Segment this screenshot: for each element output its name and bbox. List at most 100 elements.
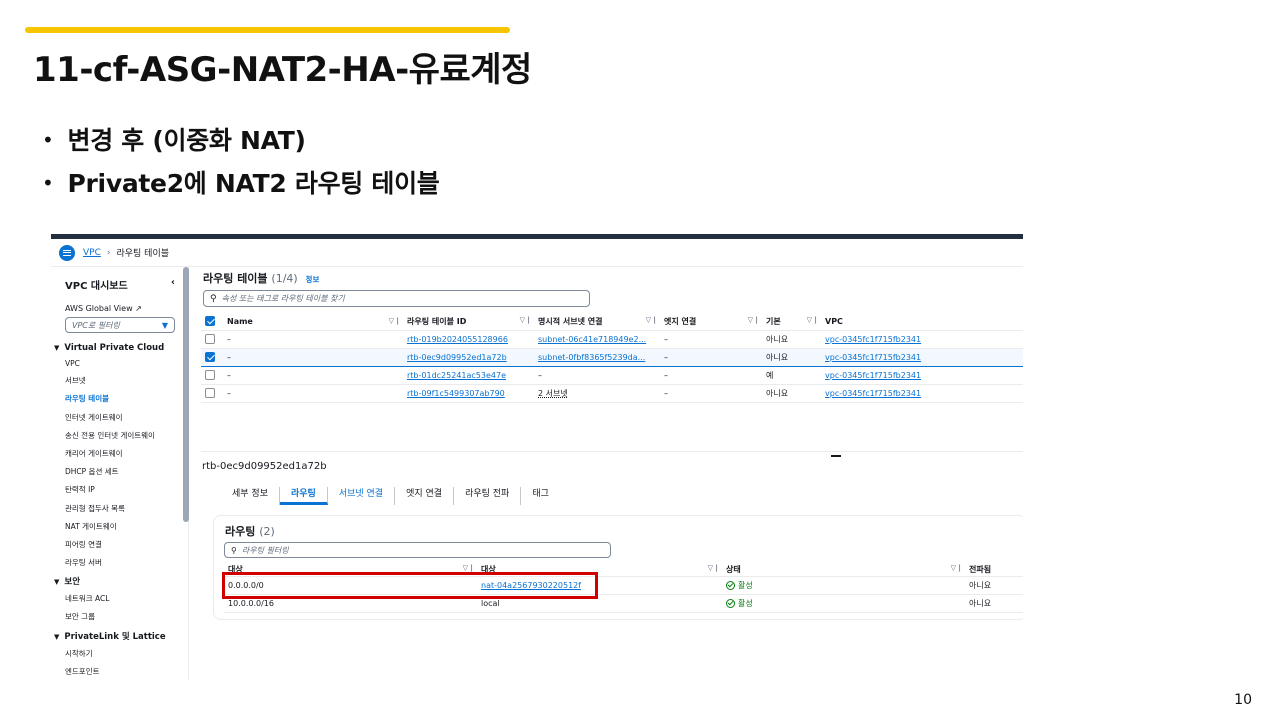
row-checkbox[interactable]: [205, 352, 215, 362]
sort-icon: ▽ |: [388, 316, 399, 325]
vpc-link[interactable]: vpc-0345fc1f715fb2341: [825, 335, 921, 344]
routes-filter-input[interactable]: ⚲ 라우팅 필터링: [224, 542, 611, 558]
tab-subnet-associations[interactable]: 서브넷 연결: [328, 487, 396, 505]
sidebar-item-egress-only-igw[interactable]: 송신 전용 인터넷 게이트웨이: [65, 430, 188, 441]
breadcrumb: VPC › 라우팅 테이블: [51, 239, 1023, 267]
check-circle-icon: [726, 598, 735, 608]
nat-gateway-link[interactable]: nat-04a2567930220512f: [481, 581, 581, 590]
route-table-search-input[interactable]: ⚲ 속성 또는 태그로 라우팅 테이블 찾기: [203, 290, 590, 307]
route-tables-heading: 라우팅 테이블 (1/4) 정보: [203, 272, 320, 285]
breadcrumb-current: 라우팅 테이블: [116, 249, 170, 259]
breadcrumb-vpc-link[interactable]: VPC: [83, 248, 101, 258]
column-header[interactable]: 엣지 연결 ▽ |: [660, 313, 762, 331]
column-header[interactable]: 대상 ▽ |: [224, 563, 477, 577]
menu-icon[interactable]: [59, 244, 75, 261]
vpc-link[interactable]: vpc-0345fc1f715fb2341: [825, 353, 921, 362]
column-header[interactable]: VPC: [821, 313, 1023, 331]
sidebar-title: VPC 대시보드 ‹: [65, 277, 175, 292]
sort-icon: ▽ |: [519, 315, 530, 324]
sidebar-scrollbar[interactable]: [183, 267, 189, 522]
vpc-link[interactable]: vpc-0345fc1f715fb2341: [825, 389, 921, 398]
route-table-id-link[interactable]: rtb-09f1c5499307ab790: [407, 389, 505, 398]
split-panel-divider: [201, 451, 1023, 452]
sidebar-item-network-acl[interactable]: 네트워크 ACL: [65, 593, 188, 604]
sidebar-item-getting-started[interactable]: 시작하기: [65, 648, 188, 659]
sidebar-item-endpoints[interactable]: 엔드포인트: [65, 666, 188, 677]
sidebar-section-vpc[interactable]: ▼ Virtual Private Cloud: [54, 343, 188, 353]
bullet-item: 변경 후 (이중화 NAT): [42, 120, 439, 163]
sidebar-item-peering[interactable]: 피어링 연결: [65, 539, 188, 550]
subnet-link[interactable]: subnet-0fbf8365f5239da...: [538, 353, 645, 362]
route-table-id-link[interactable]: rtb-0ec9d09952ed1a72b: [407, 353, 507, 362]
table-row: 0.0.0.0/0 nat-04a2567930220512f 활성 아니요: [224, 576, 1023, 595]
row-checkbox[interactable]: [205, 370, 215, 380]
collapse-sidebar-icon[interactable]: ‹: [171, 277, 175, 292]
title-accent-bar: [25, 27, 510, 33]
sidebar: VPC 대시보드 ‹ AWS Global View ↗ VPC로 필터링 ▼ …: [51, 267, 189, 680]
sort-icon: ▽ |: [950, 563, 961, 572]
sidebar-item-route-tables[interactable]: 라우팅 테이블: [65, 393, 188, 404]
info-link[interactable]: 정보: [306, 275, 320, 284]
selected-route-table-id: rtb-0ec9d09952ed1a72b: [202, 461, 327, 472]
routes-panel: 라우팅 (2) ⚲ 라우팅 필터링 대상 ▽ | 대상 ▽ | 상태 ▽ | 전파됨: [213, 515, 1023, 620]
column-header[interactable]: 기본 ▽ |: [762, 313, 821, 331]
sidebar-item-route-servers[interactable]: 라우팅 서버: [65, 557, 188, 568]
vpc-link[interactable]: vpc-0345fc1f715fb2341: [825, 371, 921, 380]
sidebar-item-internet-gateways[interactable]: 인터넷 게이트웨이: [65, 412, 188, 423]
table-row[interactable]: – rtb-0ec9d09952ed1a72b subnet-0fbf8365f…: [201, 347, 1023, 367]
tab-tags[interactable]: 태그: [521, 487, 560, 505]
vpc-filter-select[interactable]: VPC로 필터링 ▼: [65, 317, 175, 333]
sidebar-item-dhcp-options[interactable]: DHCP 옵션 세트: [65, 466, 188, 477]
column-header[interactable]: 대상 ▽ |: [477, 563, 722, 577]
split-panel-drag-handle[interactable]: [831, 455, 841, 457]
sidebar-item-carrier-gateways[interactable]: 캐리어 게이트웨이: [65, 448, 188, 459]
sort-icon: ▽ |: [462, 563, 473, 572]
subnet-link[interactable]: subnet-06c41e718949e2...: [538, 335, 646, 344]
detail-tabs: 세부 정보 라우팅 서브넷 연결 엣지 연결 라우팅 전파 태그: [221, 487, 560, 505]
sort-icon: ▽ |: [806, 315, 817, 324]
slide-title: 11-cf-ASG-NAT2-HA-유료계정: [33, 50, 532, 90]
column-header[interactable]: 명시적 서브넷 연결 ▽ |: [534, 313, 660, 331]
aws-console-screenshot: VPC › 라우팅 테이블 VPC 대시보드 ‹ AWS Global View…: [51, 234, 1023, 680]
select-all-checkbox[interactable]: [205, 316, 215, 327]
tab-route-propagation[interactable]: 라우팅 전파: [454, 487, 522, 505]
table-row[interactable]: – rtb-09f1c5499307ab790 2 서브넷 – 아니요 vpc-…: [201, 384, 1023, 403]
row-checkbox[interactable]: [205, 334, 215, 344]
status-badge: 활성: [722, 594, 965, 613]
sidebar-section-privatelink[interactable]: ▼ PrivateLink 및 Lattice: [54, 630, 188, 642]
table-row[interactable]: – rtb-019b2024055128966 subnet-06c41e718…: [201, 330, 1023, 349]
tab-edge-associations[interactable]: 엣지 연결: [395, 487, 455, 505]
table-row: 10.0.0.0/16 local 활성 아니요: [224, 594, 1023, 613]
global-view-link[interactable]: AWS Global View ↗: [65, 304, 188, 313]
sidebar-item-elastic-ip[interactable]: 탄력적 IP: [65, 484, 188, 495]
routes-table: 대상 ▽ | 대상 ▽ | 상태 ▽ | 전파됨 0.0.0.0/0 nat-04a2…: [224, 563, 1023, 613]
sidebar-item-security-groups[interactable]: 보안 그룹: [65, 611, 188, 622]
route-table-id-link[interactable]: rtb-01dc25241ac53e47e: [407, 371, 506, 380]
search-icon: ⚲: [231, 545, 237, 555]
caret-down-icon: ▼: [54, 632, 60, 641]
caret-down-icon: ▼: [54, 344, 60, 352]
tab-routes[interactable]: 라우팅: [279, 487, 328, 505]
search-icon: ⚲: [210, 293, 217, 304]
chevron-right-icon: ›: [106, 247, 111, 258]
table-row[interactable]: – rtb-01dc25241ac53e47e – – 예 vpc-0345fc…: [201, 366, 1023, 385]
sidebar-item-prefix-lists[interactable]: 관리형 접두사 목록: [65, 503, 188, 514]
column-header[interactable]: Name ▽ |: [223, 313, 403, 331]
sidebar-item-vpc[interactable]: VPC: [65, 359, 188, 368]
column-header[interactable]: 전파됨: [965, 563, 1023, 577]
subnet-count[interactable]: 2 서브넷: [538, 389, 568, 398]
row-checkbox[interactable]: [205, 388, 215, 398]
tab-details[interactable]: 세부 정보: [221, 487, 280, 505]
caret-down-icon: ▼: [161, 320, 168, 330]
sidebar-item-subnets[interactable]: 서브넷: [65, 375, 188, 386]
status-badge: 활성: [722, 576, 965, 595]
sidebar-item-nat-gateways[interactable]: NAT 게이트웨이: [65, 521, 188, 532]
route-table-id-link[interactable]: rtb-019b2024055128966: [407, 335, 508, 344]
external-link-icon: ↗: [135, 304, 142, 313]
sidebar-section-security[interactable]: ▼ 보안: [54, 575, 188, 587]
column-header[interactable]: 라우팅 테이블 ID ▽ |: [403, 313, 534, 331]
bullet-item: Private2에 NAT2 라우팅 테이블: [42, 163, 440, 206]
column-header[interactable]: 상태 ▽ |: [722, 563, 965, 577]
sort-icon: ▽ |: [747, 315, 758, 324]
page-number: 10: [1234, 692, 1252, 708]
